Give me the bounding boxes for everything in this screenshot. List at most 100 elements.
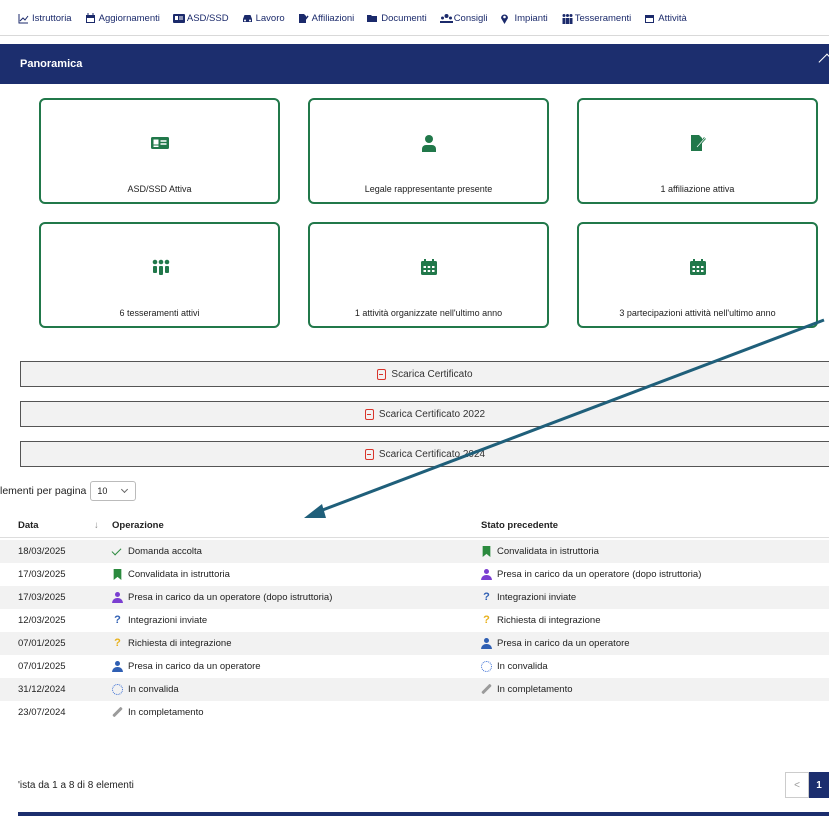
chevron-up-icon[interactable] [818,53,829,71]
spinner-icon [112,684,123,695]
operation-label: In convalida [128,684,179,695]
card-label: 1 attività organizzate nell'ultimo anno [354,308,503,318]
tab-aggiornamenti[interactable]: Aggiornamenti [85,0,160,35]
card-attivita-organizzate: 1 attività organizzate nell'ultimo anno [308,222,549,328]
tab-impianti[interactable]: Impianti [500,0,548,35]
pdf-icon [364,448,374,460]
row-date: 07/01/2025 [18,638,66,649]
calendar-icon [420,258,438,276]
row-date: 07/01/2025 [18,661,66,672]
calendar-icon [85,13,96,24]
signature-icon [689,134,707,152]
page-1-button[interactable]: 1 [809,772,829,798]
card-legale-rappresentante: Legale rappresentante presente [308,98,549,204]
operation-label: Domanda accolta [128,546,202,557]
car-icon [242,13,253,24]
previous-page-button[interactable]: < [785,772,809,798]
page-size-control: lementi per pagina 10 [0,480,137,502]
bookmark-icon [482,546,491,557]
card-label: ASD/SSD Attiva [127,184,192,194]
footer-bar [18,812,829,816]
operation-label: Convalidata in istruttoria [128,569,230,580]
row-previous-state: Presa in carico da un operatore (dopo is… [481,569,701,580]
column-date[interactable]: Data [18,520,39,531]
tab-istruttoria[interactable]: Istruttoria [18,0,72,35]
map-marker-icon [500,13,511,24]
tab-label: Affiliazioni [311,13,355,24]
row-date: 17/03/2025 [18,569,66,580]
signature-icon [298,13,309,24]
tab-label: Lavoro [255,13,285,24]
operation-label: Presa in carico da un operatore (dopo is… [128,592,333,603]
user-icon [481,638,492,649]
row-previous-state: In completamento [481,684,573,695]
download-certificate-2022-button[interactable]: Scarica Certificato 2022 [20,401,829,427]
check-icon [112,546,123,557]
user-icon [112,592,123,603]
spinner-icon [481,661,492,672]
table-row: 18/03/2025 Domanda accolta Convalidata in … [0,540,829,563]
tab-label: Attività [658,13,687,24]
page-size-value: 10 [97,486,108,496]
table-row: 07/01/2025 Presa in carico da un operator… [0,655,829,678]
card-label: 3 partecipazioni attività nell'ultimo an… [619,308,776,318]
tab-label: ASD/SSD [186,13,229,24]
column-operation[interactable]: Operazione [112,520,164,531]
download-label: Scarica Certificato [391,368,473,380]
chart-line-icon [18,13,29,24]
table-row: 17/03/2025 Convalidata in istruttoria Pres… [0,563,829,586]
column-previous-state[interactable]: Stato precedente [481,520,558,531]
previous-state-label: Integrazioni inviate [497,592,577,603]
question-icon: ? [483,614,490,626]
table-row: 31/12/2024 In convalida In completamento [0,678,829,701]
previous-state-label: Convalidata in istruttoria [497,546,599,557]
question-icon: ? [483,591,490,603]
row-previous-state: ? Richiesta di integrazione [481,614,601,627]
pencil-icon [112,707,123,718]
card-label: Legale rappresentante presente [364,184,493,194]
row-previous-state: Presa in carico da un operatore [481,638,630,649]
tab-documenti[interactable]: Documenti [367,0,427,35]
previous-state-label: In convalida [497,661,548,672]
panoramica-header[interactable]: Panoramica [0,44,829,84]
previous-state-label: Richiesta di integrazione [497,615,601,626]
card-label: 6 tesseramenti attivi [119,308,200,318]
calendar-icon [689,258,707,276]
row-operation: ? Richiesta di integrazione [112,638,231,650]
tab-consigli[interactable]: Consigli [439,0,487,35]
tab-asd-ssd[interactable]: ASD/SSD [172,0,229,35]
previous-state-label: Presa in carico da un operatore [497,638,630,649]
download-certificate-button[interactable]: Scarica Certificato [20,361,829,387]
id-card-icon [150,134,169,152]
pagination: < 1 [785,772,829,798]
download-certificate-2024-button[interactable]: Scarica Certificato 2024 [20,441,829,467]
card-tesseramenti: 6 tesseramenti attivi [39,222,280,328]
row-previous-state: In convalida [481,661,548,672]
pdf-icon [364,408,374,420]
page-size-select[interactable]: 10 [90,481,137,501]
tab-lavoro[interactable]: Lavoro [242,0,285,35]
row-operation: Presa in carico da un operatore [112,661,261,672]
row-operation: In completamento [112,707,204,718]
card-partecipazioni: 3 partecipazioni attività nell'ultimo an… [577,222,818,328]
download-label: Scarica Certificato 2022 [378,408,486,420]
section-title: Panoramica [20,58,83,70]
id-card-icon [172,13,185,24]
operation-label: Presa in carico da un operatore [128,661,261,672]
bookmark-icon [113,569,122,580]
tab-label: Documenti [381,13,427,24]
pdf-icon [377,368,387,380]
operation-label: Integrazioni inviate [128,615,208,626]
sort-icon[interactable]: ↓ [94,520,99,531]
row-operation: ? Integrazioni inviate [112,615,208,627]
card-label: 1 affiliazione attiva [660,184,735,194]
row-previous-state: ? Integrazioni inviate [481,591,577,604]
row-operation: Convalidata in istruttoria [112,569,230,580]
row-date: 18/03/2025 [18,546,66,557]
row-date: 31/12/2024 [18,684,66,695]
tab-affiliazioni[interactable]: Affiliazioni [298,0,355,35]
row-date: 17/03/2025 [18,592,66,603]
tab-tesseramenti[interactable]: Tesseramenti [561,0,631,35]
tab-attivita[interactable]: Attività [644,0,687,35]
table-row: 07/01/2025 ? Richiesta di integrazione Pres… [0,632,829,655]
